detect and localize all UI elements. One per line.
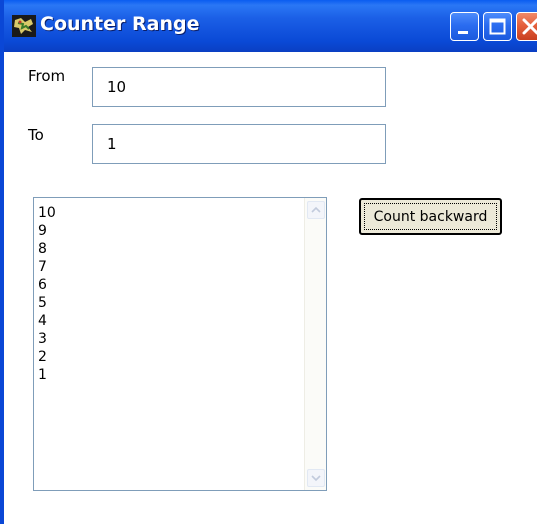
list-items: 10 9 8 7 6 5 4 3 2 1 <box>34 198 303 384</box>
close-icon <box>522 18 537 35</box>
list-item[interactable]: 8 <box>38 240 303 258</box>
list-item[interactable]: 9 <box>38 222 303 240</box>
from-label: From <box>28 67 66 85</box>
minimize-button[interactable] <box>450 12 479 41</box>
from-field[interactable] <box>92 67 386 107</box>
app-window: Counter Range From To 10987654321 <box>0 0 537 524</box>
close-button[interactable] <box>516 12 537 41</box>
list-item[interactable]: 10 <box>38 204 303 222</box>
list-item[interactable]: 7 <box>38 258 303 276</box>
list-item[interactable]: 5 <box>38 294 303 312</box>
chevron-up-icon <box>311 206 321 213</box>
maximize-button[interactable] <box>483 12 512 41</box>
to-label: To <box>28 126 44 144</box>
scroll-down-button[interactable] <box>307 469 325 487</box>
to-field[interactable] <box>92 124 386 164</box>
list-item[interactable]: 2 <box>38 348 303 366</box>
count-listbox[interactable]: 10 9 8 7 6 5 4 3 2 1 <box>33 197 327 491</box>
list-item[interactable]: 1 <box>38 366 303 384</box>
minimize-icon <box>458 31 468 34</box>
scroll-up-button[interactable] <box>307 201 325 219</box>
count-backward-label: Count backward <box>364 203 497 230</box>
list-item[interactable]: 4 <box>38 312 303 330</box>
count-backward-button[interactable]: Count backward <box>359 198 502 235</box>
list-item[interactable]: 6 <box>38 276 303 294</box>
app-icon <box>12 15 36 37</box>
list-item[interactable]: 3 <box>38 330 303 348</box>
vertical-scrollbar[interactable] <box>304 198 326 490</box>
maximize-icon <box>489 18 506 35</box>
window-title: Counter Range <box>40 13 200 35</box>
chevron-down-icon <box>311 475 321 482</box>
title-bar[interactable]: Counter Range <box>4 0 537 52</box>
